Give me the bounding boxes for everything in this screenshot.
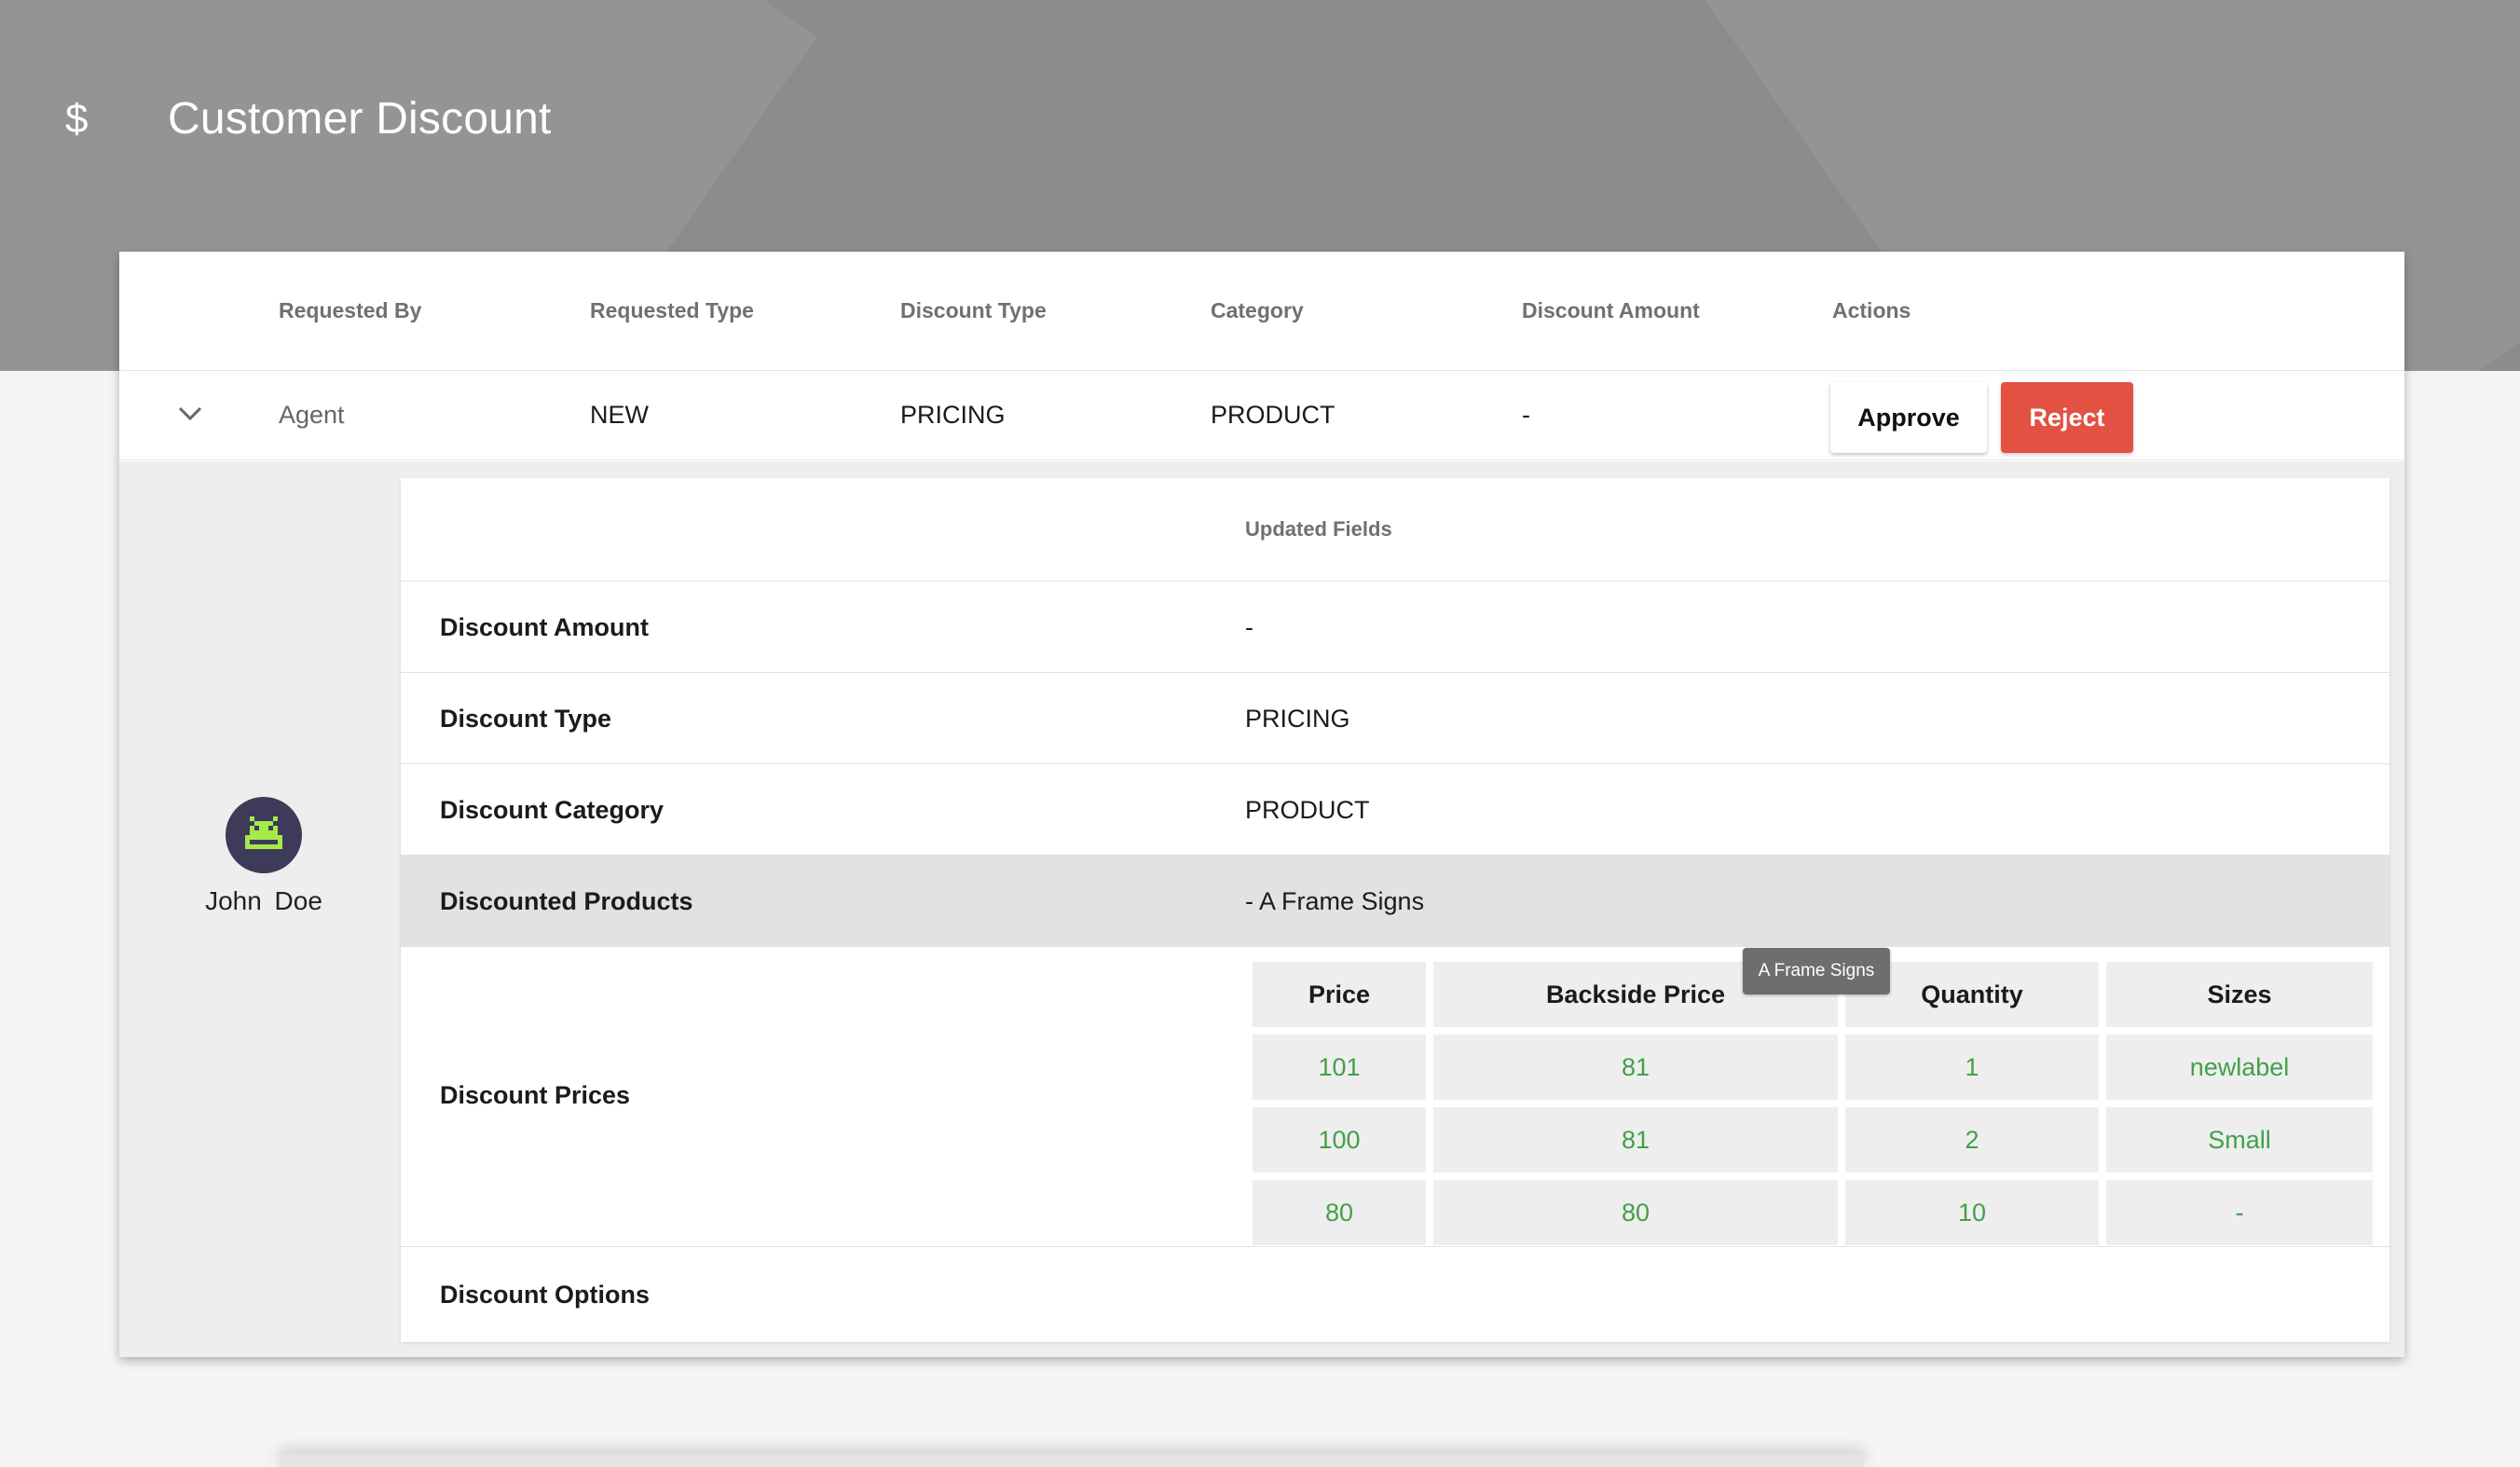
- reject-button[interactable]: Reject: [2001, 382, 2133, 453]
- detail-value: PRODUCT: [1245, 796, 1370, 824]
- price-cell: 101: [1253, 1035, 1426, 1100]
- detail-label: Discount Prices: [440, 1081, 631, 1109]
- detail-value: - A Frame Signs: [1245, 887, 1425, 915]
- dollar-icon: $: [65, 95, 89, 142]
- column-actions: Actions: [1832, 298, 1911, 322]
- user-name: John Doe: [205, 886, 322, 915]
- column-requested-type: Requested Type: [590, 298, 754, 322]
- table-header: Requested By Requested Type Discount Typ…: [119, 252, 2404, 371]
- discount-prices-table: Price Backside Price Quantity Sizes 101 …: [1245, 954, 2380, 1253]
- backside-price-cell: 81: [1433, 1035, 1838, 1100]
- detail-row-discount-type: Discount Type PRICING: [401, 673, 2390, 764]
- detail-value: PRICING: [1245, 705, 1350, 733]
- detail-row-discount-prices: Discount Prices Price Backside Price Qua…: [401, 947, 2390, 1247]
- table-row: 80 80 10 -: [1253, 1180, 2373, 1245]
- product-tooltip: A Frame Signs: [1743, 948, 1890, 994]
- discount-card: Requested By Requested Type Discount Typ…: [119, 252, 2404, 1357]
- category-value: PRODUCT: [1211, 401, 1335, 429]
- requested-by-value: Agent: [279, 401, 345, 429]
- requested-type-value: NEW: [590, 401, 649, 429]
- table-row: 100 81 2 Small: [1253, 1107, 2373, 1172]
- price-cell: 80: [1253, 1180, 1426, 1245]
- detail-row-discount-category: Discount Category PRODUCT: [401, 764, 2390, 856]
- approve-button[interactable]: Approve: [1830, 382, 1987, 453]
- user-info: John Doe: [175, 797, 352, 916]
- chevron-down-icon[interactable]: [171, 395, 209, 432]
- detail-row-discounted-products: Discounted Products - A Frame Signs: [401, 856, 2390, 947]
- detail-label: Discount Category: [440, 796, 664, 824]
- detail-label: Discount Type: [440, 705, 612, 733]
- sizes-cell: newlabel: [2106, 1035, 2373, 1100]
- prices-column-header: Price: [1253, 962, 1426, 1027]
- backside-price-cell: 80: [1433, 1180, 1838, 1245]
- table-row: 101 81 1 newlabel: [1253, 1035, 2373, 1100]
- table-row: Agent NEW PRICING PRODUCT - Approve Reje…: [119, 371, 2404, 460]
- column-discount-type: Discount Type: [900, 298, 1047, 322]
- detail-label: Discount Amount: [440, 613, 649, 641]
- page-header: $ Customer Discount: [65, 93, 552, 144]
- quantity-cell: 2: [1845, 1107, 2099, 1172]
- discount-type-value: PRICING: [900, 401, 1006, 429]
- expanded-detail: John Doe Updated Fields Discount Amount …: [119, 461, 2404, 1357]
- column-discount-amount: Discount Amount: [1522, 298, 1700, 322]
- quantity-cell: 1: [1845, 1035, 2099, 1100]
- updated-fields-header: Updated Fields: [401, 478, 2390, 582]
- sizes-cell: Small: [2106, 1107, 2373, 1172]
- detail-row-discount-amount: Discount Amount -: [401, 582, 2390, 673]
- updated-fields-panel: Updated Fields Discount Amount - Discoun…: [401, 478, 2390, 1342]
- page-title: Customer Discount: [168, 94, 552, 144]
- detail-row-discount-options: Discount Options: [401, 1247, 2390, 1342]
- detail-label: Discounted Products: [440, 887, 693, 915]
- sizes-cell: -: [2106, 1180, 2373, 1245]
- detail-label: Discount Options: [440, 1281, 650, 1309]
- avatar: [226, 797, 302, 873]
- updated-fields-title: Updated Fields: [1245, 517, 1392, 541]
- next-card-edge: [280, 1454, 1864, 1467]
- discount-amount-value: -: [1522, 401, 1530, 429]
- column-requested-by: Requested By: [279, 298, 422, 322]
- price-cell: 100: [1253, 1107, 1426, 1172]
- detail-value: -: [1245, 613, 1253, 641]
- prices-column-header: Sizes: [2106, 962, 2373, 1027]
- pixel-invader-icon: [245, 816, 282, 849]
- column-category: Category: [1211, 298, 1304, 322]
- backside-price-cell: 81: [1433, 1107, 1838, 1172]
- quantity-cell: 10: [1845, 1180, 2099, 1245]
